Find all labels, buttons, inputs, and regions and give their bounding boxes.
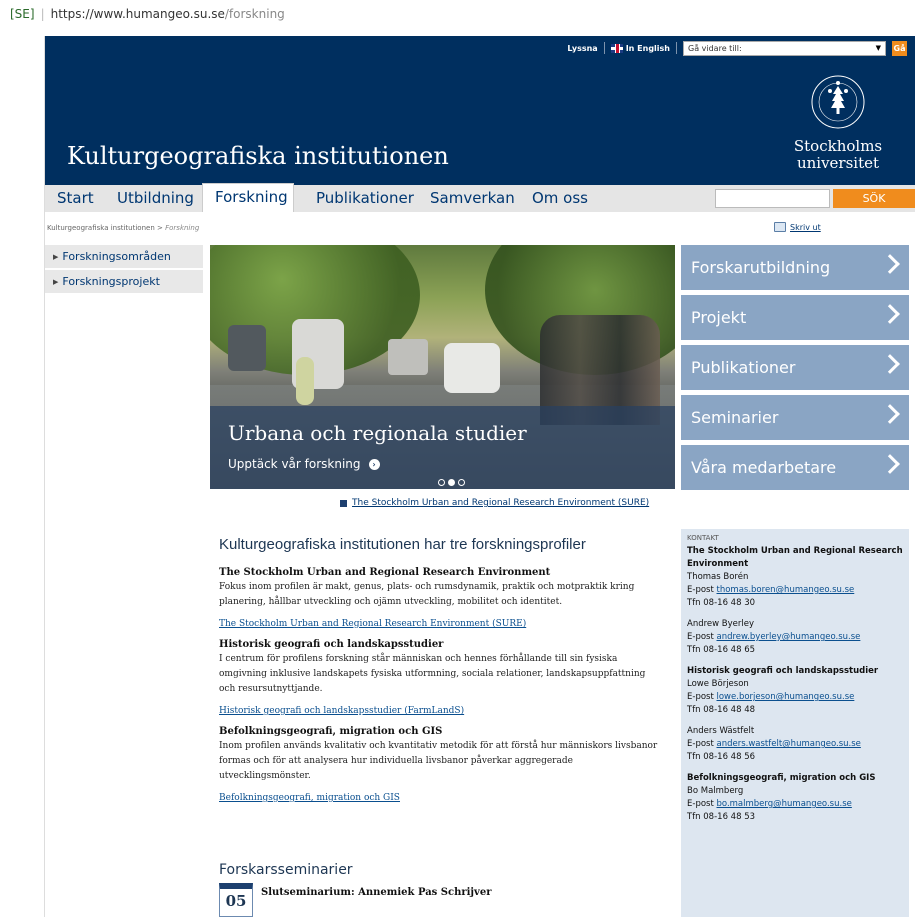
main-nav: Start Utbildning Forskning Publikationer…	[45, 183, 915, 212]
carousel-dot[interactable]	[458, 479, 465, 486]
contact-email: E-post bo.malmberg@humangeo.su.se	[687, 799, 852, 809]
carousel-dots	[438, 479, 465, 486]
uk-flag-icon	[610, 43, 623, 53]
url-host: https://www.humangeo.su.se	[50, 7, 225, 21]
contact-email: E-post thomas.boren@humangeo.su.se	[687, 585, 855, 595]
hero-source-link[interactable]: The Stockholm Urban and Regional Researc…	[340, 498, 649, 508]
profile-title: Befolkningsgeografi, migration och GIS	[219, 726, 443, 737]
address-bar[interactable]: [SE] | https://www.humangeo.su.se/forsknin…	[0, 0, 921, 34]
profile-link[interactable]: The Stockholm Urban and Regional Researc…	[219, 619, 659, 629]
seminar-title[interactable]: Slutseminarium: Annemiek Pas Schrijver	[261, 887, 492, 898]
chevron-right-icon	[880, 304, 900, 324]
contact-name: Bo Malmberg	[687, 786, 744, 796]
security-tag: [SE]	[10, 7, 35, 21]
square-bullet-icon	[340, 499, 347, 507]
side-nav: ▶ Forskningsområden ▶ Forskningsprojekt	[45, 245, 203, 295]
tile-seminarier[interactable]: Seminarier	[681, 395, 909, 440]
contact-name: Anders Wästfelt	[687, 726, 755, 736]
nav-forskning[interactable]: Forskning	[202, 183, 294, 212]
chevron-right-icon	[880, 254, 900, 274]
contact-phone: Tfn 08-16 48 65	[687, 645, 756, 655]
sidenav-item-forskningsprojekt[interactable]: ▶ Forskningsprojekt	[45, 270, 203, 293]
seminars-heading: Forskarsseminarier	[219, 862, 353, 878]
triangle-right-icon: ▶	[53, 278, 59, 286]
nav-utbildning[interactable]: Utbildning	[117, 185, 194, 212]
department-title[interactable]: Kulturgeografiska institutionen	[67, 142, 449, 170]
contact-group-title: The Stockholm Urban and Regional Researc…	[687, 546, 903, 569]
goto-button[interactable]: Gå	[892, 40, 907, 56]
url-path: /forskning	[224, 7, 285, 21]
carousel-dot[interactable]	[438, 479, 445, 486]
chevron-right-icon	[880, 404, 900, 424]
nav-samverkan[interactable]: Samverkan	[430, 185, 515, 212]
university-name-line2: universitet	[796, 154, 880, 172]
breadcrumb-root[interactable]: Kulturgeografiska institutionen	[47, 224, 155, 232]
profile-link[interactable]: Befolkningsgeografi, migration och GIS	[219, 793, 659, 803]
site-header: Lyssna In English Gå vidare till: ▼ Gå Ku…	[45, 36, 915, 185]
profile-title: Historisk geografi och landskapsstudier	[219, 639, 444, 650]
goto-select[interactable]: Gå vidare till: ▼	[683, 40, 886, 56]
tile-publikationer[interactable]: Publikationer	[681, 345, 909, 390]
contact-name: Thomas Borén	[687, 572, 749, 582]
contact-group-title: Befolkningsgeografi, migration och GIS	[687, 773, 876, 783]
nav-start[interactable]: Start	[57, 185, 94, 212]
tile-projekt[interactable]: Projekt	[681, 295, 909, 340]
carousel-dot-active[interactable]	[448, 479, 455, 486]
profile-text: Inom profilen används kvalitativ och kva…	[219, 741, 658, 781]
chevron-right-icon	[880, 454, 900, 474]
printer-icon	[774, 222, 786, 232]
contact-phone: Tfn 08-16 48 56	[687, 752, 756, 762]
contact-label: KONTAKT	[687, 534, 719, 542]
profile-link[interactable]: Historisk geografi och landskapsstudier …	[219, 706, 659, 716]
tile-forskarutbildning[interactable]: Forskarutbildning	[681, 245, 909, 290]
profile-text: I centrum för profilens forskning står m…	[219, 654, 646, 694]
hero-caption	[210, 406, 675, 489]
university-logo[interactable]: Stockholms universitet	[783, 74, 893, 172]
english-link[interactable]: In English	[610, 43, 670, 53]
main-content: Kulturgeografiska institutionen har tre …	[219, 536, 659, 813]
search-input[interactable]	[715, 189, 830, 208]
listen-link[interactable]: Lyssna	[567, 44, 597, 53]
contact-group-title: Historisk geografi och landskapsstudier	[687, 666, 879, 676]
search-button[interactable]: SÖK	[833, 189, 915, 208]
contact-name: Andrew Byerley	[687, 619, 754, 629]
contact-phone: Tfn 08-16 48 53	[687, 812, 756, 822]
triangle-right-icon: ▶	[53, 253, 59, 261]
utility-bar: Lyssna In English Gå vidare till: ▼ Gå	[567, 40, 907, 56]
calendar-date-icon: 05	[219, 883, 253, 917]
contact-phone: Tfn 08-16 48 48	[687, 705, 756, 715]
hero-title: Urbana och regionala studier	[228, 421, 527, 445]
sidenav-item-forskningsomraden[interactable]: ▶ Forskningsområden	[45, 245, 203, 268]
contact-box: KONTAKT The Stockholm Urban and Regional…	[681, 529, 909, 917]
arrow-right-circle-icon: ›	[368, 458, 380, 470]
page: Lyssna In English Gå vidare till: ▼ Gå Ku…	[44, 36, 915, 917]
profile-title: The Stockholm Urban and Regional Researc…	[219, 567, 551, 578]
university-seal-icon	[811, 75, 865, 129]
hero-link[interactable]: Upptäck vår forskning ›	[228, 457, 380, 471]
university-name-line1: Stockholms	[793, 137, 883, 155]
contact-name: Lowe Börjeson	[687, 679, 749, 689]
breadcrumb-current: Forskning	[165, 224, 200, 232]
contact-email: E-post anders.wastfelt@humangeo.su.se	[687, 739, 861, 749]
breadcrumb: Kulturgeografiska institutionen > Forskn…	[47, 224, 200, 232]
print-link[interactable]: Skriv ut	[774, 222, 821, 232]
chevron-right-icon	[880, 354, 900, 374]
quick-links: Forskarutbildning Projekt Publikationer …	[681, 245, 909, 495]
contact-phone: Tfn 08-16 48 30	[687, 598, 756, 608]
contact-email: E-post lowe.borjeson@humangeo.su.se	[687, 692, 855, 702]
page-heading: Kulturgeografiska institutionen har tre …	[219, 536, 586, 553]
chevron-down-icon: ▼	[875, 44, 881, 52]
hero-carousel[interactable]: Urbana och regionala studier Upptäck vår…	[210, 245, 675, 489]
contact-email: E-post andrew.byerley@humangeo.su.se	[687, 632, 861, 642]
profile-text: Fokus inom profilen är makt, genus, plat…	[219, 582, 635, 607]
nav-om-oss[interactable]: Om oss	[532, 185, 588, 212]
nav-publikationer[interactable]: Publikationer	[316, 185, 414, 212]
tile-vara-medarbetare[interactable]: Våra medarbetare	[681, 445, 909, 490]
